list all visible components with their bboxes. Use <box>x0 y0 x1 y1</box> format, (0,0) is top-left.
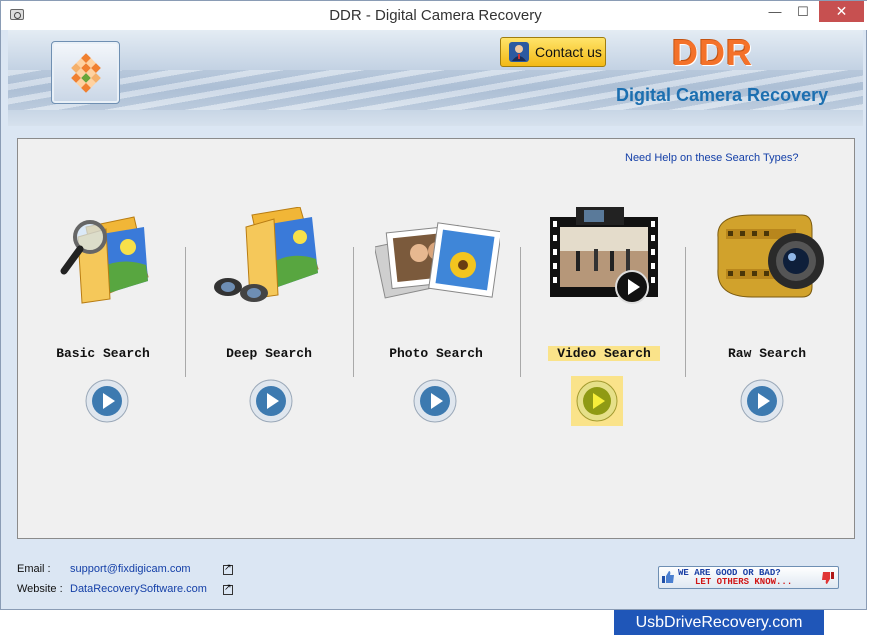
raw-search-label[interactable]: Raw Search <box>702 346 832 361</box>
raw-search-icon <box>717 214 824 298</box>
contact-us-label: Contact us <box>535 44 602 60</box>
window-title: DDR - Digital Camera Recovery <box>329 7 542 24</box>
deep-search-play-button[interactable] <box>248 378 294 424</box>
basic-search-label[interactable]: Basic Search <box>38 346 168 361</box>
brand-logo-text: DDR <box>672 32 753 73</box>
header-banner: Contact us DDR Digital Camera Recovery <box>8 30 863 126</box>
email-link[interactable]: support@fixdigicam.com <box>70 563 191 575</box>
raw-search-play-button[interactable] <box>739 378 785 424</box>
video-search-label[interactable]: Video Search <box>548 346 660 361</box>
close-button[interactable]: ✕ <box>819 1 864 22</box>
divider <box>685 247 686 377</box>
support-person-icon <box>509 42 529 62</box>
website-label: Website : <box>17 583 63 595</box>
minimize-button[interactable]: — <box>761 1 789 22</box>
basic-search-play-button[interactable] <box>84 378 130 424</box>
divider <box>185 247 186 377</box>
deep-search-label[interactable]: Deep Search <box>204 346 334 361</box>
thumbs-up-icon <box>662 571 674 583</box>
website-row: Website : DataRecoverySoftware.com <box>17 583 207 595</box>
external-link-icon[interactable] <box>223 562 233 575</box>
rating-line2: LET OTHERS KNOW... <box>695 577 793 587</box>
deep-search-icon <box>214 207 319 302</box>
rate-us-button[interactable]: WE ARE GOOD OR BAD? LET OTHERS KNOW... <box>658 566 839 589</box>
product-subtitle: Digital Camera Recovery <box>616 85 829 105</box>
thumbs-down-icon <box>822 572 834 584</box>
basic-search-icon <box>60 216 149 304</box>
search-options-panel: Need Help on these Search Types? Basic S… <box>17 138 855 539</box>
maximize-button[interactable]: ☐ <box>789 1 817 22</box>
divider <box>520 247 521 377</box>
website-link[interactable]: DataRecoverySoftware.com <box>70 583 207 595</box>
video-search-play-button[interactable] <box>571 376 623 426</box>
title-bar[interactable]: DDR - Digital Camera Recovery — ☐ ✕ <box>1 1 868 30</box>
video-search-icon <box>550 207 658 304</box>
app-logo <box>51 41 120 104</box>
email-row: Email : support@fixdigicam.com <box>17 563 191 575</box>
photo-search-icon <box>375 222 500 299</box>
photo-search-label[interactable]: Photo Search <box>371 346 501 361</box>
divider <box>353 247 354 377</box>
checkered-logo-icon <box>71 53 101 93</box>
app-window: DDR - Digital Camera Recovery — ☐ ✕ Cont… <box>0 0 868 610</box>
watermark-banner: UsbDriveRecovery.com <box>614 610 824 635</box>
contact-us-button[interactable]: Contact us <box>500 37 606 67</box>
external-link-icon[interactable] <box>223 582 233 595</box>
help-link[interactable]: Need Help on these Search Types? <box>625 152 798 164</box>
photo-search-play-button[interactable] <box>412 378 458 424</box>
email-label: Email : <box>17 563 51 575</box>
